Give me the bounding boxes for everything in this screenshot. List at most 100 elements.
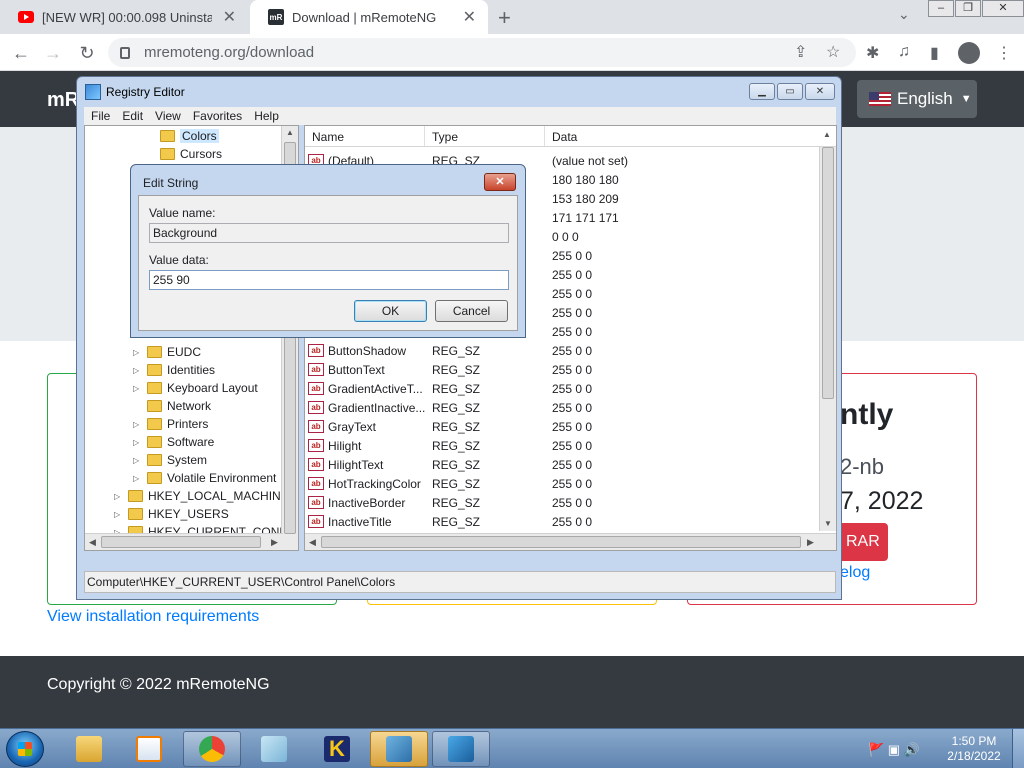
value-row[interactable]: ab GradientActiveT... REG_SZ 255 0 0 bbox=[305, 379, 820, 398]
tree-item[interactable]: ▷ Keyboard Layout bbox=[133, 379, 258, 397]
reload-icon[interactable]: ↻ bbox=[74, 40, 100, 66]
scroll-left-icon[interactable]: ◀ bbox=[89, 537, 96, 548]
expand-arrow-icon[interactable]: ▷ bbox=[133, 384, 142, 393]
expand-arrow-icon[interactable]: ▷ bbox=[133, 456, 142, 465]
language-dropdown[interactable]: English ▼ bbox=[857, 80, 977, 118]
cancel-button[interactable]: Cancel bbox=[435, 300, 508, 322]
expand-arrow-icon[interactable]: ▷ bbox=[133, 438, 142, 447]
installation-requirements-link[interactable]: View installation requirements bbox=[47, 608, 259, 626]
tree-item[interactable]: ▷ Identities bbox=[133, 361, 215, 379]
values-vertical-scrollbar[interactable]: ▼ bbox=[819, 147, 836, 531]
value-row[interactable]: ab GrayText REG_SZ 255 0 0 bbox=[305, 417, 820, 436]
tab-search-icon[interactable]: ⌄ bbox=[898, 6, 910, 23]
tree-item-colors[interactable]: Colors bbox=[160, 127, 219, 145]
back-icon[interactable]: ← bbox=[8, 40, 34, 66]
tree-item[interactable]: ▷ Software bbox=[133, 433, 214, 451]
lock-icon[interactable] bbox=[120, 46, 130, 59]
maximize-icon[interactable]: ▭ bbox=[777, 83, 803, 100]
address-bar[interactable]: mremoteng.org/download ⇪ ☆ bbox=[108, 38, 856, 67]
scroll-right-icon[interactable]: ▶ bbox=[807, 537, 814, 548]
show-desktop-button[interactable] bbox=[1012, 729, 1024, 768]
registry-editor-titlebar[interactable]: Registry Editor ▁ ▭ ✕ bbox=[77, 77, 841, 107]
menu-edit[interactable]: Edit bbox=[122, 109, 143, 123]
tree-item[interactable]: ▷ HKEY_LOCAL_MACHINE bbox=[114, 487, 289, 505]
menu-kebab-icon[interactable]: ⋮ bbox=[996, 43, 1012, 63]
tree-item[interactable]: ▷ HKEY_USERS bbox=[114, 505, 229, 523]
tree-item[interactable]: ▷ System bbox=[133, 451, 207, 469]
menu-help[interactable]: Help bbox=[254, 109, 279, 123]
taskbar-k-app[interactable]: K bbox=[308, 731, 366, 767]
taskbar-explorer[interactable] bbox=[60, 731, 118, 767]
share-icon[interactable]: ⇪ bbox=[794, 42, 807, 62]
column-type[interactable]: Type bbox=[432, 130, 458, 144]
value-row[interactable]: ab ButtonText REG_SZ 255 0 0 bbox=[305, 360, 820, 379]
value-data-field[interactable]: 255 90 bbox=[149, 270, 509, 290]
scroll-up-icon[interactable]: ▲ bbox=[823, 130, 831, 139]
scroll-down-icon[interactable]: ▼ bbox=[824, 519, 832, 528]
profile-avatar[interactable] bbox=[958, 42, 980, 64]
taskbar-control-panel[interactable] bbox=[370, 731, 428, 767]
start-button[interactable] bbox=[6, 731, 44, 767]
value-row[interactable]: ab Hilight REG_SZ 255 0 0 bbox=[305, 436, 820, 455]
extensions-icon[interactable]: ✱ bbox=[866, 43, 879, 63]
expand-arrow-icon[interactable]: ▷ bbox=[114, 510, 123, 519]
column-name[interactable]: Name bbox=[312, 130, 344, 144]
close-tab-icon[interactable]: ✕ bbox=[463, 7, 476, 27]
close-window-icon[interactable]: ✕ bbox=[982, 0, 1024, 17]
ok-button[interactable]: OK bbox=[354, 300, 427, 322]
scrollbar-thumb[interactable] bbox=[822, 147, 834, 399]
taskbar-media-player[interactable] bbox=[120, 731, 178, 767]
values-horizontal-scrollbar[interactable]: ◀ ▶ bbox=[305, 533, 836, 550]
tree-item[interactable]: ▷ Printers bbox=[133, 415, 208, 433]
value-name-field[interactable]: Background bbox=[149, 223, 509, 243]
value-row[interactable]: ab InactiveBorder REG_SZ 255 0 0 bbox=[305, 493, 820, 512]
minimize-icon[interactable]: ▁ bbox=[749, 83, 775, 100]
close-window-icon[interactable]: ✕ bbox=[805, 83, 835, 100]
taskbar-regedit[interactable] bbox=[432, 731, 490, 767]
expand-arrow-icon[interactable]: ▷ bbox=[133, 366, 142, 375]
taskbar-notepad[interactable] bbox=[245, 731, 303, 767]
expand-arrow-icon[interactable]: ▷ bbox=[133, 474, 142, 483]
value-row[interactable]: ab GradientInactive... REG_SZ 255 0 0 bbox=[305, 398, 820, 417]
tray-icons[interactable]: 🚩 ▣ 🔊 bbox=[868, 742, 920, 758]
scroll-left-icon[interactable]: ◀ bbox=[309, 537, 316, 548]
menu-file[interactable]: File bbox=[91, 109, 110, 123]
tree-item[interactable]: Network bbox=[133, 397, 211, 415]
close-tab-icon[interactable]: ✕ bbox=[223, 7, 236, 27]
tree-item[interactable]: ▷ Volatile Environment bbox=[133, 469, 276, 487]
tree-item[interactable]: ▷ EUDC bbox=[133, 343, 201, 361]
changelog-link[interactable]: elog bbox=[840, 564, 870, 582]
scrollbar-thumb[interactable] bbox=[321, 536, 801, 548]
browser-tab-youtube[interactable]: [NEW WR] 00:00.098 Uninstall M ✕ bbox=[0, 0, 248, 34]
expand-arrow-icon[interactable]: ▷ bbox=[133, 420, 142, 429]
forward-icon[interactable]: → bbox=[40, 40, 66, 66]
column-data[interactable]: Data bbox=[552, 130, 577, 144]
menu-view[interactable]: View bbox=[155, 109, 181, 123]
value-row[interactable]: ab InactiveTitle REG_SZ 255 0 0 bbox=[305, 512, 820, 531]
value-row[interactable]: ab HilightText REG_SZ 255 0 0 bbox=[305, 455, 820, 474]
tab-title: Download | mRemoteNG bbox=[292, 9, 437, 25]
tree-horizontal-scrollbar[interactable]: ◀ ▶ bbox=[85, 533, 283, 550]
menu-favorites[interactable]: Favorites bbox=[193, 109, 242, 123]
scroll-right-icon[interactable]: ▶ bbox=[271, 537, 278, 548]
system-clock[interactable]: 1:50 PM 2/18/2022 bbox=[946, 734, 1002, 764]
value-row[interactable]: ab HotTrackingColor REG_SZ 255 0 0 bbox=[305, 474, 820, 493]
tree-item-cursors[interactable]: Cursors bbox=[160, 145, 222, 163]
bookmark-star-icon[interactable]: ☆ bbox=[826, 42, 840, 62]
close-dialog-icon[interactable]: ✕ bbox=[484, 173, 516, 191]
side-panel-icon[interactable]: ▮ bbox=[930, 43, 939, 63]
scrollbar-thumb[interactable] bbox=[101, 536, 261, 548]
browser-tab-mremoteng[interactable]: mR Download | mRemoteNG ✕ bbox=[250, 0, 488, 34]
media-control-icon[interactable]: ♫ bbox=[898, 43, 910, 61]
scroll-up-icon[interactable]: ▲ bbox=[286, 128, 294, 137]
expand-arrow-icon[interactable]: ▷ bbox=[114, 492, 123, 501]
url-text[interactable]: mremoteng.org/download bbox=[144, 44, 314, 61]
value-row[interactable]: ab ButtonShadow REG_SZ 255 0 0 bbox=[305, 341, 820, 360]
new-tab-button[interactable]: + bbox=[498, 5, 511, 31]
taskbar-chrome[interactable] bbox=[183, 731, 241, 767]
site-brand[interactable]: mR bbox=[47, 89, 79, 112]
minimize-icon[interactable]: – bbox=[928, 0, 954, 17]
restore-icon[interactable]: ❐ bbox=[955, 0, 981, 17]
download-rar-button[interactable]: RAR bbox=[836, 523, 888, 561]
expand-arrow-icon[interactable]: ▷ bbox=[133, 348, 142, 357]
